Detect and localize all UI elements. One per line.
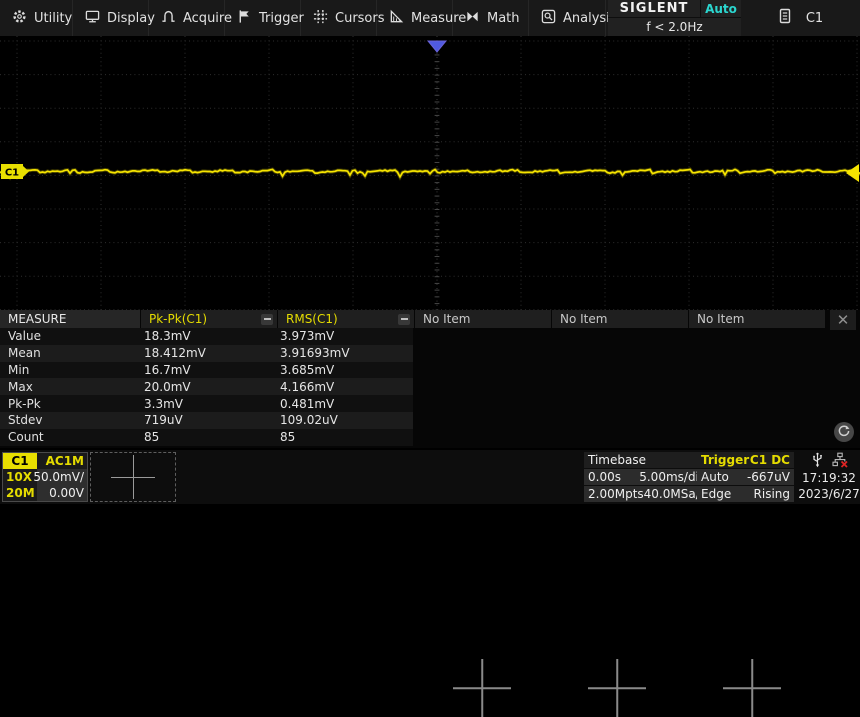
remove-measure-icon[interactable] — [398, 314, 410, 325]
trigger-title: Trigger — [701, 453, 749, 467]
lan-disconnected-icon[interactable] — [832, 452, 848, 471]
trigger-level: -667uV — [747, 470, 790, 484]
add-channel-button[interactable] — [90, 452, 176, 502]
bowtie-icon — [465, 9, 480, 28]
menu-bar: Utility Display Acquire Trigger Cursors … — [0, 0, 860, 36]
timebase-title: Timebase — [588, 453, 646, 467]
channel1-descriptor-box[interactable]: C1 AC1M 10X 50.0mV/ 20M 0.00V — [2, 452, 88, 502]
bottom-status-bar: C1 AC1M 10X 50.0mV/ 20M 0.00V Timebase 0… — [0, 450, 860, 504]
trigger-type: Edge — [701, 487, 731, 501]
timebase-scale: 5.00ms/div — [639, 470, 706, 484]
magnifier-box-icon — [541, 9, 556, 28]
clock-time: 17:19:32 — [802, 471, 856, 485]
acquisition-points: 2.00Mpts — [588, 487, 644, 501]
table-row: Max 20.0mV 4.166mV — [0, 378, 413, 395]
measure-col-empty-2[interactable]: No Item — [552, 310, 688, 328]
refresh-icon — [837, 424, 851, 441]
plus-icon — [111, 455, 155, 499]
close-measure-panel-button[interactable]: ✕ — [830, 310, 856, 330]
channel-offset: 0.00V — [37, 485, 87, 501]
channel-volts-per-div: 50.0mV/ — [37, 469, 87, 485]
tab-trigger[interactable]: Trigger — [225, 0, 301, 36]
measure-col-rms[interactable]: RMS(C1) — [278, 310, 414, 328]
active-menu-indicator[interactable]: C1 — [741, 0, 860, 36]
remove-measure-icon[interactable] — [261, 314, 273, 325]
gear-icon — [12, 9, 27, 28]
add-measure-button[interactable] — [723, 659, 781, 717]
tab-label: Utility — [34, 11, 72, 26]
trigger-source: C1 DC — [750, 453, 790, 467]
trigger-position-marker[interactable] — [428, 41, 446, 52]
pulse-icon — [161, 9, 176, 28]
tab-utility[interactable]: Utility — [0, 0, 73, 36]
channel-probe-attenuation: 10X — [3, 469, 37, 485]
svg-text:C1: C1 — [5, 168, 19, 179]
measure-panel-title: MEASURE — [0, 310, 140, 328]
active-menu-label: C1 — [806, 11, 823, 26]
crosshatch-icon — [313, 9, 328, 28]
tab-label: Trigger — [259, 11, 304, 26]
clock-date: 2023/6/27 — [798, 487, 860, 501]
table-row: Min 16.7mV 3.685mV — [0, 362, 413, 379]
waveform-display[interactable]: C1 — [0, 36, 860, 310]
system-status-block: 17:19:32 2023/6/27 — [800, 452, 858, 502]
tab-label: Display — [107, 11, 155, 26]
siglent-logo: SIGLENT — [608, 0, 700, 17]
reset-statistics-button[interactable] — [834, 422, 854, 442]
table-row: Mean 18.412mV 3.91693mV — [0, 345, 413, 362]
trigger-level-marker[interactable] — [846, 164, 859, 182]
tab-acquire[interactable]: Acquire — [149, 0, 225, 36]
trigger-slope: Rising — [754, 487, 790, 501]
brand-block: SIGLENT Auto f < 2.0Hz — [608, 0, 741, 36]
tab-display[interactable]: Display — [73, 0, 149, 36]
usb-icon[interactable] — [811, 452, 824, 471]
timebase-delay: 0.00s — [588, 470, 621, 484]
measure-col-pkpk[interactable]: Pk-Pk(C1) — [141, 310, 277, 328]
measure-col-empty-1[interactable]: No Item — [415, 310, 551, 328]
table-row: Stdev 719uV 109.02uV — [0, 412, 413, 429]
tab-cursors[interactable]: Cursors — [301, 0, 377, 36]
tab-measure[interactable]: Measure — [377, 0, 453, 36]
measure-panel: MEASURE Pk-Pk(C1) RMS(C1) No Item No Ite… — [0, 310, 860, 448]
center-axis-ticks — [435, 41, 440, 310]
menu-list-icon — [778, 8, 792, 28]
table-row: Count 85 85 — [0, 429, 413, 446]
channel-bandwidth-limit: 20M — [3, 485, 37, 501]
frequency-counter: f < 2.0Hz — [608, 18, 741, 36]
acquisition-status: Auto — [701, 0, 741, 17]
add-measure-button[interactable] — [588, 659, 646, 717]
channel1-level-tag[interactable]: C1 — [1, 164, 29, 179]
timebase-descriptor-box[interactable]: Timebase 0.00s 5.00ms/div 2.00Mpts 40.0M… — [584, 452, 694, 502]
tab-label: Math — [487, 11, 520, 26]
measure-col-empty-3[interactable]: No Item — [689, 310, 825, 328]
trigger-descriptor-box[interactable]: Trigger C1 DC Auto -667uV Edge Rising — [697, 452, 794, 502]
add-measure-button[interactable] — [453, 659, 511, 717]
trigger-mode: Auto — [701, 470, 729, 484]
measure-statistics-table: Value 18.3mV 3.973mV Mean 18.412mV 3.916… — [0, 328, 413, 446]
channel-coupling: AC1M — [37, 453, 87, 469]
flag-icon — [237, 9, 252, 28]
tab-analysis[interactable]: Analysis — [529, 0, 606, 36]
tab-math[interactable]: Math — [453, 0, 529, 36]
table-row: Value 18.3mV 3.973mV — [0, 328, 413, 345]
ruler-icon — [389, 9, 404, 28]
channel-name-badge: C1 — [3, 453, 37, 469]
table-row: Pk-Pk 3.3mV 0.481mV — [0, 395, 413, 412]
monitor-icon — [85, 9, 100, 28]
